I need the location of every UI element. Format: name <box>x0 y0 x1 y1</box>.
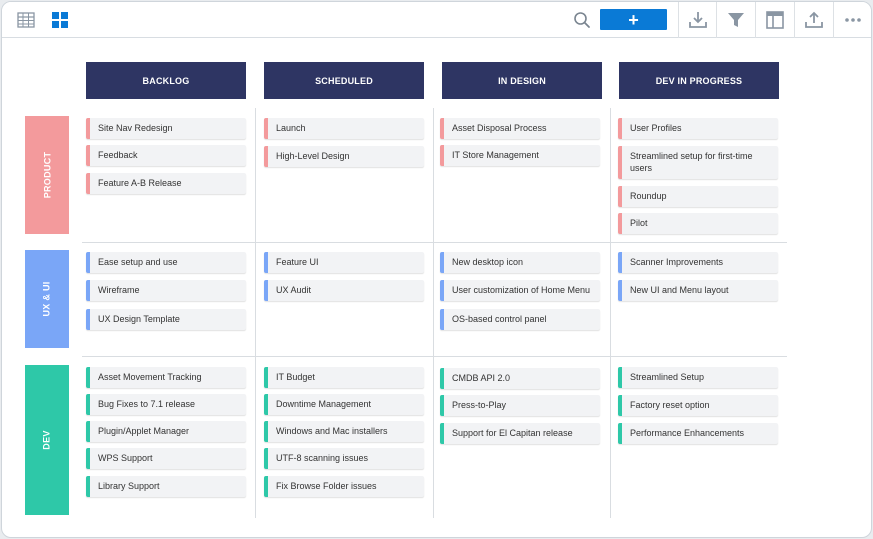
card[interactable]: Fix Browse Folder issues <box>264 476 424 497</box>
card[interactable]: Bug Fixes to 7.1 release <box>86 394 246 415</box>
toolbar-divider <box>755 2 756 38</box>
card[interactable]: Press-to-Play <box>440 395 600 416</box>
card[interactable]: Launch <box>264 118 424 139</box>
upload-icon[interactable] <box>804 10 824 30</box>
card[interactable]: Downtime Management <box>264 394 424 415</box>
row-label-text: DEV <box>42 430 52 450</box>
toolbar: + <box>2 2 871 38</box>
column-header-dev-in-progress: DEV IN PROGRESS <box>619 62 779 99</box>
card[interactable]: Performance Enhancements <box>618 423 778 444</box>
row-label-ux-ui: UX & UI <box>25 250 69 348</box>
row-label-text: PRODUCT <box>42 151 53 199</box>
card[interactable]: High-Level Design <box>264 146 424 167</box>
card[interactable]: UTF-8 scanning issues <box>264 448 424 469</box>
column-header-backlog: BACKLOG <box>86 62 246 99</box>
toolbar-divider <box>794 2 795 38</box>
card[interactable]: Wireframe <box>86 280 246 301</box>
filter-icon[interactable] <box>726 10 746 30</box>
card[interactable]: Pilot <box>618 213 778 234</box>
card[interactable]: Feature UI <box>264 252 424 273</box>
column-divider <box>255 108 256 518</box>
layout-icon[interactable] <box>765 10 785 30</box>
board-view-icon[interactable] <box>50 10 70 30</box>
add-button-label: + <box>628 9 639 30</box>
app-window: + BACKLOG SCHEDULED IN DESIGN DEV IN PRO… <box>1 1 872 538</box>
add-button[interactable]: + <box>600 9 667 30</box>
card[interactable]: UX Audit <box>264 280 424 301</box>
row-divider <box>82 242 787 243</box>
card[interactable]: Asset Disposal Process <box>440 118 600 139</box>
card[interactable]: Streamlined setup for first-time users <box>618 146 778 179</box>
card[interactable]: OS-based control panel <box>440 309 600 330</box>
download-icon[interactable] <box>688 10 708 30</box>
card[interactable]: IT Budget <box>264 367 424 388</box>
toolbar-divider <box>716 2 717 38</box>
card[interactable]: Scanner Improvements <box>618 252 778 273</box>
row-label-text: UX & UI <box>41 281 52 317</box>
more-icon[interactable] <box>843 10 863 30</box>
card[interactable]: Site Nav Redesign <box>86 118 246 139</box>
row-label-product: PRODUCT <box>25 116 69 234</box>
column-divider <box>433 108 434 518</box>
card[interactable]: Streamlined Setup <box>618 367 778 388</box>
card[interactable]: Feedback <box>86 145 246 166</box>
card[interactable]: User Profiles <box>618 118 778 139</box>
toolbar-divider <box>678 2 679 38</box>
card[interactable]: Support for El Capitan release <box>440 423 600 444</box>
card[interactable]: Windows and Mac installers <box>264 421 424 442</box>
card[interactable]: New UI and Menu layout <box>618 280 778 301</box>
table-view-icon[interactable] <box>16 10 36 30</box>
card[interactable]: CMDB API 2.0 <box>440 368 600 389</box>
card[interactable]: Library Support <box>86 476 246 497</box>
toolbar-divider <box>833 2 834 38</box>
card[interactable]: New desktop icon <box>440 252 600 273</box>
card[interactable]: WPS Support <box>86 448 246 469</box>
card[interactable]: IT Store Management <box>440 145 600 166</box>
card[interactable]: Ease setup and use <box>86 252 246 273</box>
search-icon[interactable] <box>572 10 592 30</box>
column-header-scheduled: SCHEDULED <box>264 62 424 99</box>
card[interactable]: UX Design Template <box>86 309 246 330</box>
row-label-dev: DEV <box>25 365 69 515</box>
card[interactable]: Asset Movement Tracking <box>86 367 246 388</box>
card[interactable]: User customization of Home Menu <box>440 280 600 301</box>
card[interactable]: Plugin/Applet Manager <box>86 421 246 442</box>
column-header-in-design: IN DESIGN <box>442 62 602 99</box>
card[interactable]: Roundup <box>618 186 778 207</box>
column-divider <box>610 108 611 518</box>
row-divider <box>82 356 787 357</box>
card[interactable]: Factory reset option <box>618 395 778 416</box>
card[interactable]: Feature A-B Release <box>86 173 246 194</box>
